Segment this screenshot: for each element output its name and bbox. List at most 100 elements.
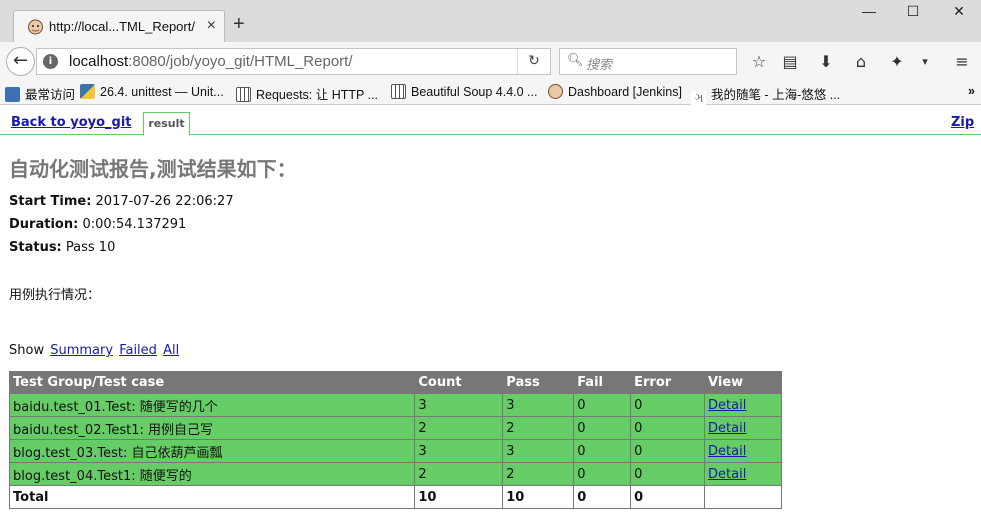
download-icon[interactable]: ⬇︎: [815, 52, 837, 72]
column-header: Test Group/Test case: [8, 371, 416, 394]
table-row: baidu.test_02.Test1: 用例自己写 2 2 0 0 Detai…: [8, 416, 782, 440]
start-time: Start Time: 2017-07-26 22:06:27: [9, 194, 234, 209]
search-icon: 🔍︎: [567, 53, 584, 68]
pass-cell: 3: [502, 439, 575, 463]
view-cell: Detail: [704, 416, 782, 440]
tab-result[interactable]: result: [143, 112, 190, 136]
view-cell: Detail: [704, 462, 782, 486]
detail-link[interactable]: Detail: [708, 398, 746, 413]
maximize-button[interactable]: ☐: [891, 3, 935, 23]
jenkins-favicon-icon: [28, 19, 43, 35]
python-icon: [80, 84, 95, 99]
total-pass: 10: [502, 485, 575, 509]
column-header: Error: [630, 371, 706, 394]
extension-icon[interactable]: ✦: [886, 52, 908, 72]
test-class-name: blog.test_03.Test: 自己依葫芦画瓢: [8, 439, 416, 463]
fail-cell: 0: [573, 462, 632, 486]
address-bar[interactable]: i localhost:8080/job/yoyo_git/HTML_Repor…: [36, 48, 551, 75]
title-bar: http://local...TML_Report/ × + — ☐ ✕: [0, 0, 981, 43]
status: Status: Pass 10: [9, 240, 116, 255]
count-cell: 2: [414, 416, 504, 440]
tab-title: http://local...TML_Report/: [49, 19, 195, 34]
home-icon[interactable]: ⌂: [850, 52, 872, 72]
bookmarks-overflow-icon[interactable]: »: [968, 84, 975, 98]
page-icon: [391, 84, 406, 99]
page-title: 自动化测试报告,测试结果如下：: [9, 157, 297, 181]
bookmark-item[interactable]: Beautiful Soup 4.4.0 ...: [391, 84, 537, 99]
arrow-left-icon: ←: [12, 50, 29, 71]
tab-close-icon[interactable]: ×: [207, 17, 216, 35]
browser-tab[interactable]: http://local...TML_Report/ ×: [13, 10, 225, 43]
failed-filter-link[interactable]: Failed: [119, 343, 157, 358]
pass-cell: 3: [502, 393, 575, 417]
bookmark-item[interactable]: Dashboard [Jenkins]: [548, 84, 682, 99]
navigation-bar: ← i localhost:8080/job/yoyo_git/HTML_Rep…: [0, 42, 981, 80]
total-view: [704, 485, 782, 509]
total-label: Total: [8, 485, 416, 509]
pass-cell: 2: [502, 462, 575, 486]
count-cell: 3: [414, 393, 504, 417]
total-row: Total 10 10 0 0: [8, 485, 782, 509]
duration: Duration: 0:00:54.137291: [9, 217, 187, 232]
zip-link[interactable]: Zip: [951, 115, 974, 130]
report-description: 用例执行情况：: [9, 288, 101, 303]
pass-cell: 2: [502, 416, 575, 440]
test-class-name: baidu.test_01.Test: 随便写的几个: [8, 393, 416, 417]
error-cell: 0: [630, 393, 706, 417]
info-icon[interactable]: i: [43, 54, 58, 69]
jenkins-icon: [548, 84, 563, 99]
summary-filter-link[interactable]: Summary: [50, 343, 113, 358]
detail-link[interactable]: Detail: [708, 467, 746, 482]
table-row: blog.test_03.Test: 自己依葫芦画瓢 3 3 0 0 Detai…: [8, 439, 782, 463]
column-header: Fail: [573, 371, 632, 394]
view-cell: Detail: [704, 439, 782, 463]
fail-cell: 0: [573, 439, 632, 463]
total-error: 0: [630, 485, 706, 509]
fail-cell: 0: [573, 416, 632, 440]
column-header: View: [704, 371, 782, 394]
close-window-button[interactable]: ✕: [937, 3, 981, 23]
new-tab-button[interactable]: +: [233, 14, 245, 34]
count-cell: 3: [414, 439, 504, 463]
page-icon: [236, 87, 251, 102]
report-page: Back to yoyo_git result Zip 自动化测试报告,测试结果…: [0, 106, 981, 519]
bookmark-item[interactable]: ઞ 我的随笔 - 上海-悠悠 ...: [691, 84, 840, 106]
count-cell: 2: [414, 462, 504, 486]
filter-links: Show Summary Failed All: [9, 343, 180, 358]
reload-icon[interactable]: ↻: [517, 49, 550, 74]
test-class-name: baidu.test_02.Test1: 用例自己写: [8, 416, 416, 440]
minimize-button[interactable]: —: [847, 3, 891, 23]
bookmarks-bar: 最常访问 26.4. unittest — Unit... Requests: …: [0, 80, 981, 106]
table-row: baidu.test_01.Test: 随便写的几个 3 3 0 0 Detai…: [8, 393, 782, 417]
fail-cell: 0: [573, 393, 632, 417]
back-to-project-link[interactable]: Back to yoyo_git: [11, 115, 132, 130]
all-filter-link[interactable]: All: [163, 343, 179, 358]
search-input[interactable]: 🔍︎ 搜索: [559, 48, 737, 75]
view-cell: Detail: [704, 393, 782, 417]
detail-link[interactable]: Detail: [708, 444, 746, 459]
error-cell: 0: [630, 416, 706, 440]
chevron-down-icon[interactable]: ▾: [914, 52, 936, 72]
total-fail: 0: [573, 485, 632, 509]
bookmark-item[interactable]: Requests: 让 HTTP ...: [236, 84, 378, 103]
cnblogs-icon: ઞ: [691, 91, 706, 106]
back-button[interactable]: ←: [6, 47, 35, 76]
error-cell: 0: [630, 439, 706, 463]
detail-link[interactable]: Detail: [708, 421, 746, 436]
column-header: Count: [414, 371, 504, 394]
reading-list-icon[interactable]: ▤: [779, 52, 801, 72]
table-row: blog.test_04.Test1: 随便写的 2 2 0 0 Detail: [8, 462, 782, 486]
total-count: 10: [414, 485, 504, 509]
bookmark-item[interactable]: 26.4. unittest — Unit...: [80, 84, 224, 99]
star-icon[interactable]: ☆: [748, 52, 770, 72]
result-table: Test Group/Test case Count Pass Fail Err…: [8, 371, 782, 509]
table-header-row: Test Group/Test case Count Pass Fail Err…: [8, 371, 782, 394]
error-cell: 0: [630, 462, 706, 486]
column-header: Pass: [502, 371, 575, 394]
url-text[interactable]: localhost:8080/job/yoyo_git/HTML_Report/: [69, 53, 353, 70]
bookmark-item[interactable]: 最常访问: [5, 84, 75, 103]
report-top-nav: Back to yoyo_git result Zip: [0, 106, 981, 136]
menu-icon[interactable]: ≡: [951, 52, 973, 72]
search-placeholder: 搜索: [586, 58, 613, 73]
test-class-name: blog.test_04.Test1: 随便写的: [8, 462, 416, 486]
